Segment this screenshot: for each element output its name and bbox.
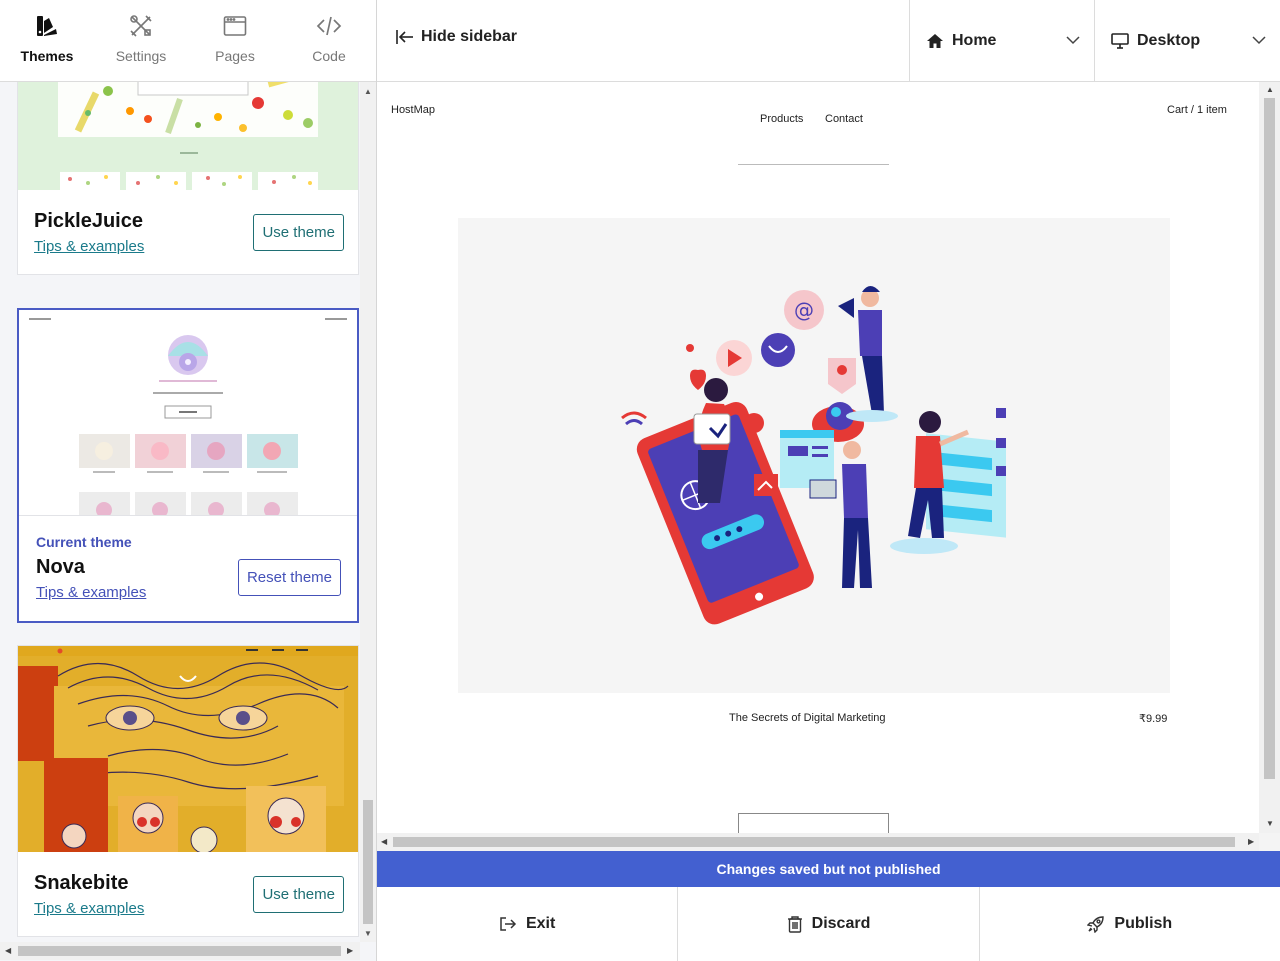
publish-button[interactable]: Publish <box>980 887 1280 961</box>
nav-products-link[interactable]: Products <box>760 113 803 125</box>
device-select-dropdown[interactable]: Desktop <box>1094 0 1280 82</box>
theme-preview-nova[interactable] <box>19 310 357 516</box>
tab-label: Code <box>312 48 346 64</box>
cart-link[interactable]: Cart / 1 item <box>1167 104 1227 116</box>
product-price: ₹9.99 <box>1139 713 1168 725</box>
discard-button[interactable]: Discard <box>678 887 980 961</box>
discard-label: Discard <box>811 915 871 932</box>
tab-label: Pages <box>215 48 255 64</box>
scroll-down-arrow[interactable]: ▼ <box>1266 820 1274 828</box>
svg-text:@: @ <box>794 298 814 322</box>
reset-theme-button[interactable]: Reset theme <box>237 559 341 596</box>
scroll-right-arrow[interactable]: ▶ <box>347 947 353 955</box>
store-preview-frame: HostMap Products Contact Cart / 1 item @… <box>377 82 1280 851</box>
tab-label: Settings <box>115 48 167 64</box>
pages-icon <box>223 16 247 36</box>
theme-sidebar: Themes Settings Pages Code PickleJuice T… <box>0 0 377 961</box>
tips-link[interactable]: Tips & examples <box>34 238 144 255</box>
store-page: HostMap Products Contact Cart / 1 item @… <box>377 82 1259 843</box>
tab-pages[interactable]: Pages <box>188 0 282 82</box>
cart-count: / 1 item <box>1190 104 1227 116</box>
hide-sidebar-button[interactable]: Hide sidebar <box>395 27 517 47</box>
editor-toolbar: Hide sidebar Home Desktop <box>377 0 1280 82</box>
store-logo[interactable]: HostMap <box>391 104 435 116</box>
tab-label: Themes <box>20 48 74 64</box>
theme-card-body: Current theme Nova Tips & examples Reset… <box>19 516 357 621</box>
save-status-banner: Changes saved but not published <box>377 851 1280 887</box>
preview-vertical-scrollbar[interactable]: ▲ ▼ <box>1259 82 1280 833</box>
theme-name: PickleJuice <box>34 210 143 232</box>
exit-label: Exit <box>525 915 556 932</box>
use-theme-button[interactable]: Use theme <box>253 214 344 251</box>
scroll-up-arrow[interactable]: ▲ <box>1266 86 1274 94</box>
sidebar-vertical-scrollbar[interactable]: ▲ ▼ <box>360 82 376 942</box>
hide-sidebar-label: Hide sidebar <box>421 28 518 45</box>
tips-link[interactable]: Tips & examples <box>34 900 144 917</box>
desktop-icon <box>1111 33 1129 49</box>
exit-button[interactable]: Exit <box>377 887 679 961</box>
home-icon <box>927 34 943 48</box>
device-select-value: Desktop <box>1137 32 1201 49</box>
scroll-up-arrow[interactable]: ▲ <box>364 88 372 96</box>
page-select-dropdown[interactable]: Home <box>909 0 1094 82</box>
chevron-down-icon <box>1066 36 1080 45</box>
editor-actions: Exit Discard Publish <box>377 887 1280 961</box>
collapse-left-icon <box>396 30 413 44</box>
rocket-icon <box>1087 916 1105 933</box>
themes-icon <box>37 16 57 36</box>
code-icon <box>316 16 342 36</box>
theme-card-body: Snakebite Tips & examples Use theme <box>18 852 358 938</box>
scrollbar-thumb[interactable] <box>393 837 1235 847</box>
scroll-right-arrow[interactable]: ▶ <box>1248 838 1254 846</box>
scroll-left-arrow[interactable]: ◀ <box>5 947 11 955</box>
exit-icon <box>500 917 517 931</box>
save-status-text: Changes saved but not published <box>716 861 941 877</box>
theme-card-nova: Current theme Nova Tips & examples Reset… <box>17 308 359 623</box>
product-title[interactable]: The Secrets of Digital Marketing <box>729 712 886 724</box>
header-divider <box>738 164 889 165</box>
scrollbar-thumb[interactable] <box>1264 98 1275 779</box>
trash-icon <box>787 916 802 933</box>
preview-horizontal-scrollbar[interactable]: ◀ ▶ <box>377 833 1259 851</box>
tab-themes[interactable]: Themes <box>0 0 94 82</box>
theme-card-snakebite: Snakebite Tips & examples Use theme <box>17 645 359 937</box>
scrollbar-thumb[interactable] <box>363 800 373 924</box>
sidebar-tabs: Themes Settings Pages Code <box>0 0 376 82</box>
nav-contact-link[interactable]: Contact <box>825 113 863 125</box>
cart-label: Cart <box>1167 104 1188 116</box>
tab-code[interactable]: Code <box>282 0 376 82</box>
settings-icon <box>130 15 152 37</box>
theme-preview-snakebite[interactable] <box>18 646 358 852</box>
theme-name: Nova <box>36 556 85 578</box>
publish-label: Publish <box>1114 915 1173 932</box>
chevron-down-icon <box>1252 36 1266 45</box>
current-theme-label: Current theme <box>36 534 132 550</box>
product-image[interactable]: @ <box>458 218 1170 693</box>
theme-name: Snakebite <box>34 872 129 894</box>
theme-card-picklejuice: PickleJuice Tips & examples Use theme <box>17 82 359 275</box>
scrollbar-thumb[interactable] <box>18 946 341 956</box>
use-theme-button[interactable]: Use theme <box>253 876 344 913</box>
theme-preview-picklejuice[interactable] <box>18 82 358 190</box>
scroll-left-arrow[interactable]: ◀ <box>381 838 387 846</box>
tab-settings[interactable]: Settings <box>94 0 188 82</box>
scroll-down-arrow[interactable]: ▼ <box>364 930 372 938</box>
sidebar-horizontal-scrollbar[interactable]: ◀ ▶ <box>0 942 360 960</box>
page-select-value: Home <box>952 32 997 49</box>
theme-card-body: PickleJuice Tips & examples Use theme <box>18 190 358 276</box>
tips-link[interactable]: Tips & examples <box>36 584 146 601</box>
theme-list: PickleJuice Tips & examples Use theme Cu… <box>0 82 360 942</box>
